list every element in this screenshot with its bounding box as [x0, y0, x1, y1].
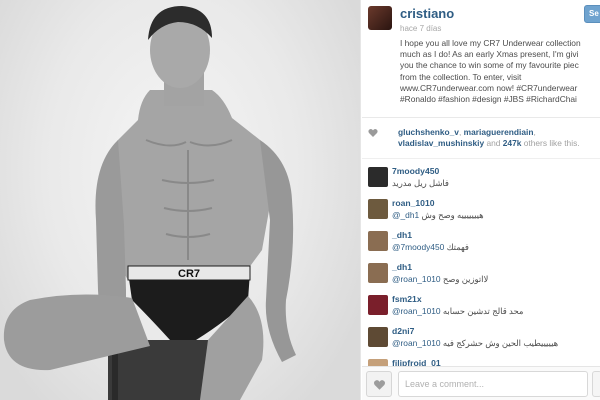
commenter-username[interactable]: d2ni7: [392, 326, 414, 336]
comment-mention[interactable]: @roan_1010: [392, 338, 441, 348]
commenter-username[interactable]: roan_1010: [392, 198, 435, 208]
like-user-link[interactable]: vladislav_mushinskiy: [398, 138, 484, 148]
commenter-username[interactable]: fsm21x: [392, 294, 422, 304]
comment-text: @roan_1010 هيييييطيب الحين وش حشركج فيه: [392, 338, 558, 348]
comment-mention[interactable]: @_dh1: [392, 210, 419, 220]
heart-outline-icon: [373, 380, 386, 390]
comment-text: @7moody450 فهمتك: [392, 242, 469, 252]
commenter-username[interactable]: _dh1: [392, 230, 412, 240]
like-button[interactable]: [366, 371, 392, 397]
comment-item: 7moody450 فاشل ريل مدريد: [362, 163, 600, 199]
commenter-avatar[interactable]: [368, 263, 388, 283]
comment-text: @roan_1010 لااتوزين وصح: [392, 274, 488, 284]
right-arm: [260, 140, 296, 362]
post-header: cristiano hace 7 días Se I hope you all …: [362, 0, 600, 118]
comment-bar: [362, 366, 600, 400]
comment-body: هيييييطيب الحين وش حشركج فيه: [442, 338, 559, 348]
comment-input[interactable]: [398, 371, 588, 397]
caption-line: from the collection. To enter, visit: [400, 71, 522, 82]
caption-line: you the chance to win some of my favouri…: [400, 60, 579, 71]
comment-body: فهمتك: [446, 242, 469, 252]
comment-item: fsm21x @roan_1010 محد قالج تدشين حسابه: [362, 291, 600, 327]
comment-item: filipfrojd_01: [362, 355, 600, 366]
comment-body: لااتوزين وصح: [442, 274, 489, 284]
comment-item: d2ni7 @roan_1010 هيييييطيب الحين وش حشركج…: [362, 323, 600, 359]
like-user-link[interactable]: gluchshenko_v: [398, 127, 459, 137]
comment-mention[interactable]: @roan_1010: [392, 306, 441, 316]
post-caption: I hope you all love my CR7 Underwear col…: [400, 38, 600, 105]
comment-text: @roan_1010 محد قالج تدشين حسابه: [392, 306, 523, 316]
post-side-panel: cristiano hace 7 días Se I hope you all …: [362, 0, 600, 400]
caption-line: I hope you all love my CR7 Underwear col…: [400, 38, 581, 48]
comment-text: فاشل ريل مدريد: [392, 178, 449, 188]
post-timestamp[interactable]: hace 7 días: [400, 24, 441, 33]
commenter-avatar[interactable]: [368, 167, 388, 187]
likes-count[interactable]: 247k: [503, 138, 522, 148]
caption-line: much as I do! As an early Xmas present, …: [400, 49, 579, 60]
like-user-link[interactable]: mariaguerendiain: [464, 127, 534, 137]
commenter-username[interactable]: filipfrojd_01: [392, 358, 441, 366]
author-avatar[interactable]: [368, 6, 392, 30]
likes-text: gluchshenko_v, mariaguerendiain, vladisl…: [398, 127, 580, 149]
likes-section: gluchshenko_v, mariaguerendiain, vladisl…: [362, 124, 600, 154]
follow-button[interactable]: Se: [584, 5, 600, 23]
author-username[interactable]: cristiano: [400, 6, 454, 21]
comment-mention[interactable]: @roan_1010: [392, 274, 441, 284]
comment-text: @_dh1 هيييييييه وصح وش: [392, 210, 484, 220]
commenter-avatar[interactable]: [368, 231, 388, 251]
comment-item: _dh1 @7moody450 فهمتك: [362, 227, 600, 263]
commenter-avatar[interactable]: [368, 359, 388, 366]
comment-item: _dh1 @roan_1010 لااتوزين وصح: [362, 259, 600, 295]
comment-mention[interactable]: @7moody450: [392, 242, 444, 252]
caption-line: www.CR7underwear.com now! #CR7underwear: [400, 82, 578, 93]
commenter-avatar[interactable]: [368, 327, 388, 347]
commenter-username[interactable]: _dh1: [392, 262, 412, 272]
photo-illustration: CR7: [3, 6, 296, 400]
commenter-avatar[interactable]: [368, 295, 388, 315]
comment-item: roan_1010 @_dh1 هيييييييه وصح وش: [362, 195, 600, 231]
comments-list[interactable]: 7moody450 فاشل ريل مدريد roan_1010 @_dh1 هي…: [362, 158, 600, 366]
commenter-username[interactable]: 7moody450: [392, 166, 439, 176]
comment-body: فاشل ريل مدريد: [392, 178, 449, 188]
comment-body: هيييييييه وصح وش: [421, 210, 484, 220]
more-options-button[interactable]: [592, 371, 600, 397]
commenter-avatar[interactable]: [368, 199, 388, 219]
heart-icon: [368, 128, 378, 137]
caption-line: #Ronaldo #fashion #design #JBS #RichardC…: [400, 94, 577, 105]
waistband-logo: CR7: [178, 268, 200, 280]
post-photo[interactable]: CR7: [0, 0, 361, 400]
comment-body: محد قالج تدشين حسابه: [442, 306, 524, 316]
